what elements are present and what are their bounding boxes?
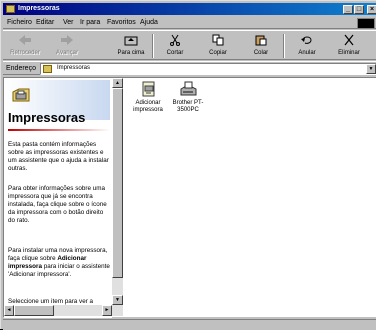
close-button[interactable]: × (367, 5, 376, 14)
address-value: Impressoras (57, 65, 91, 71)
toolbar-separator (283, 34, 285, 58)
delete-label: Eliminar (338, 50, 360, 56)
printers-folder-icon (43, 65, 52, 73)
menu-editar[interactable]: Editar (36, 19, 54, 26)
address-label: Endereço (6, 65, 36, 72)
scroll-down-button[interactable]: ▼ (112, 295, 123, 305)
cut-button[interactable]: Cortar (155, 33, 195, 59)
title-bar[interactable]: Impressoras _ □ × (3, 3, 376, 15)
delete-button[interactable]: Eliminar (329, 33, 369, 59)
copy-label: Copiar (209, 50, 227, 56)
toolbar-separator (152, 34, 154, 58)
paste-button[interactable]: Colar (241, 33, 281, 59)
status-bar (3, 319, 376, 330)
menu-ficheiro[interactable]: Ficheiro (7, 19, 32, 26)
web-view-pane: Impressoras Esta pasta contém informaçõe… (4, 78, 112, 318)
printer-folder-icon (12, 88, 30, 102)
cut-label: Cortar (166, 50, 184, 56)
explorer-window: Impressoras _ □ × Ficheiro Editar Ver Ir… (0, 0, 376, 330)
back-button[interactable]: Retroceder (5, 33, 45, 59)
left-pane-horizontal-scrollbar[interactable]: ◄ ► (4, 305, 123, 316)
minimize-button[interactable]: _ (343, 5, 353, 14)
printers-folder-icon (6, 5, 15, 13)
menu-ajuda[interactable]: Ajuda (140, 19, 158, 26)
paste-icon (255, 35, 267, 46)
maximize-button[interactable]: □ (354, 5, 364, 14)
windows-logo-icon (357, 18, 375, 29)
page-title: Impressoras (8, 110, 86, 125)
address-dropdown-button[interactable]: ▼ (366, 64, 376, 74)
scroll-right-button[interactable]: ► (102, 305, 112, 316)
address-bar: Endereço Impressoras ▼ (3, 61, 376, 75)
add-printer-item[interactable]: Adicionar impressora (128, 80, 168, 114)
undo-button[interactable]: Anular (287, 33, 327, 59)
title-divider (8, 129, 110, 131)
content-area: Impressoras Esta pasta contém informaçõe… (3, 77, 376, 318)
toolbar: Retroceder Avançar Para cima Cortar Copi… (3, 30, 376, 60)
add-printer-label: Adicionar impressora (133, 100, 163, 113)
window-title: Impressoras (18, 5, 60, 12)
menu-favoritos[interactable]: Favoritos (107, 19, 136, 26)
up-label: Para cima (117, 50, 145, 56)
add-printer-icon (142, 81, 155, 97)
menu-ver[interactable]: Ver (63, 19, 74, 26)
paste-label: Colar (253, 50, 269, 56)
copy-icon (212, 34, 224, 46)
copy-button[interactable]: Copiar (198, 33, 238, 59)
forward-label: Avançar (56, 50, 78, 56)
brother-printer-item[interactable]: Brother PT-3500PC (168, 80, 208, 114)
up-button[interactable]: Para cima (111, 33, 151, 59)
brother-printer-label: Brother PT-3500PC (172, 100, 204, 113)
scroll-left-button[interactable]: ◄ (4, 305, 14, 316)
info-text: Para obter informações sobre uma impress… (8, 185, 107, 224)
menu-ir-para[interactable]: Ir para (80, 19, 100, 26)
install-text: Para instalar uma nova impressora, faça … (8, 247, 110, 279)
printer-icon (180, 81, 197, 96)
undo-icon (301, 36, 312, 44)
undo-label: Anular (298, 50, 316, 56)
forward-button[interactable]: Avançar (47, 33, 87, 59)
back-label: Retroceder (10, 50, 40, 56)
delete-x-icon (344, 34, 354, 46)
scissors-icon (170, 34, 180, 46)
left-pane-vertical-scrollbar[interactable]: ▲ ▼ (112, 78, 123, 305)
menu-bar: Ficheiro Editar Ver Ir para Favoritos Aj… (3, 17, 376, 29)
horizontal-scroll-thumb[interactable] (14, 305, 54, 316)
address-field[interactable]: Impressoras ▼ (40, 63, 376, 75)
folder-up-icon (124, 36, 138, 46)
back-arrow-icon (19, 35, 31, 45)
scroll-thumb[interactable] (112, 88, 123, 278)
forward-arrow-icon (61, 35, 73, 45)
scroll-up-button[interactable]: ▲ (112, 78, 123, 88)
description-text: Esta pasta contém informações sobre as i… (8, 141, 109, 172)
